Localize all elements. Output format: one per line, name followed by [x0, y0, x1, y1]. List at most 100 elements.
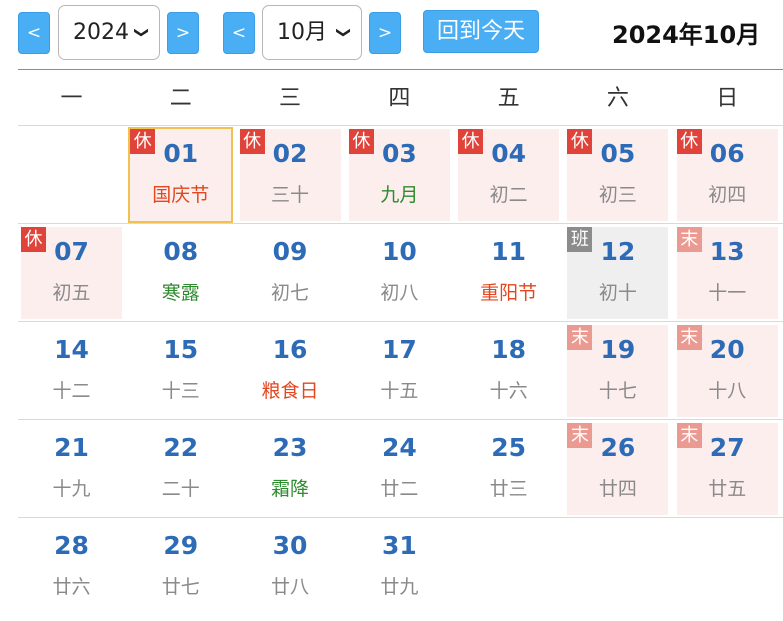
day-number: 27 — [709, 433, 745, 462]
lunar-date: 三十 — [271, 184, 310, 206]
day-number: 16 — [272, 335, 308, 364]
calendar-day-cell[interactable]: 休 01 国庆节 — [127, 126, 234, 224]
calendar-day-cell[interactable]: 17 十五 — [346, 322, 453, 420]
calendar-day-cell[interactable]: 10 初八 — [346, 224, 453, 322]
lunar-date: 廿五 — [708, 478, 747, 500]
calendar-day-cell[interactable]: 31 廿九 — [346, 518, 453, 616]
day-number: 26 — [600, 433, 636, 462]
lunar-date: 廿四 — [598, 478, 637, 500]
day-number: 14 — [54, 335, 89, 364]
lunar-date: 九月 — [380, 184, 419, 206]
calendar-day-cell[interactable]: 末 20 十八 — [674, 322, 781, 420]
calendar-day-cell[interactable]: 休 06 初四 — [674, 126, 781, 224]
current-month-title: 2024年10月 — [612, 21, 761, 49]
lunar-date: 十九 — [52, 478, 91, 500]
day-number: 25 — [491, 433, 527, 462]
prev-year-button[interactable]: < — [18, 12, 50, 54]
chevron-down-icon: ❯ — [335, 26, 352, 39]
lunar-date: 粮食日 — [261, 380, 319, 402]
weekday-label: 日 — [716, 86, 739, 111]
day-number: 23 — [272, 433, 308, 462]
prev-month-button[interactable]: < — [223, 12, 255, 54]
weekday-label: 五 — [497, 86, 520, 111]
weekday-label: 三 — [279, 86, 302, 111]
calendar-day-cell[interactable]: 16 粮食日 — [237, 322, 344, 420]
day-number: 24 — [381, 433, 417, 462]
calendar-day-cell[interactable]: 末 19 十七 — [564, 322, 671, 420]
calendar-day-cell[interactable]: 29 廿七 — [127, 518, 234, 616]
day-number: 11 — [491, 237, 527, 266]
day-number: 30 — [272, 531, 308, 560]
day-number: 02 — [272, 139, 308, 168]
day-number: 13 — [709, 237, 745, 266]
calendar-day-cell[interactable]: 班 12 初十 — [564, 224, 671, 322]
calendar-day-cell[interactable]: 末 26 廿四 — [564, 420, 671, 518]
lunar-date: 初五 — [52, 282, 91, 304]
lunar-date: 十三 — [161, 380, 200, 402]
day-number: 06 — [709, 139, 745, 168]
lunar-date: 初十 — [598, 282, 637, 304]
day-number: 18 — [491, 335, 527, 364]
calendar-day-cell[interactable]: 11 重阳节 — [455, 224, 562, 322]
calendar-day-cell[interactable]: 14 十二 — [18, 322, 125, 420]
day-number: 07 — [54, 237, 89, 266]
calendar-day-cell[interactable]: 25 廿三 — [455, 420, 562, 518]
day-number: 09 — [272, 237, 308, 266]
calendar-day-cell[interactable]: 30 廿八 — [237, 518, 344, 616]
calendar-day-cell[interactable]: 28 廿六 — [18, 518, 125, 616]
lunar-date: 重阳节 — [480, 282, 538, 304]
day-number: 12 — [600, 237, 636, 266]
weekday-label: 四 — [388, 86, 411, 111]
day-number: 29 — [163, 531, 199, 560]
day-number: 03 — [381, 139, 417, 168]
lunar-date: 廿六 — [52, 576, 91, 598]
calendar-day-cell[interactable]: 18 十六 — [455, 322, 562, 420]
lunar-date: 十一 — [708, 282, 747, 304]
calendar-day-cell[interactable]: 24 廿二 — [346, 420, 453, 518]
next-year-button[interactable]: > — [167, 12, 199, 54]
lunar-date: 廿三 — [489, 478, 528, 500]
day-number: 08 — [163, 237, 199, 266]
calendar-day-cell[interactable]: 休 02 三十 — [237, 126, 344, 224]
calendar-day-cell[interactable]: 22 二十 — [127, 420, 234, 518]
lunar-date: 二十 — [161, 478, 200, 500]
calendar-grid: 休 01 国庆节休 02 三十休 03 九月休 04 初二休 05 初三休 06 初四休 07 初五 08 寒露… — [18, 125, 783, 621]
chevron-down-icon: ❯ — [133, 26, 150, 39]
calendar-day-cell[interactable]: 休 04 初二 — [455, 126, 562, 224]
day-number: 05 — [600, 139, 636, 168]
day-number: 31 — [381, 531, 417, 560]
day-number: 04 — [491, 139, 527, 168]
weekday-label: 二 — [169, 86, 192, 111]
day-number: 20 — [709, 335, 745, 364]
calendar-day-cell[interactable]: 休 05 初三 — [564, 126, 671, 224]
calendar-day-cell[interactable]: 09 初七 — [237, 224, 344, 322]
lunar-date: 初三 — [598, 184, 637, 206]
weekday-label: 六 — [606, 86, 629, 111]
day-number: 19 — [600, 335, 636, 364]
calendar-day-cell[interactable]: 末 27 廿五 — [674, 420, 781, 518]
next-month-button[interactable]: > — [369, 12, 401, 54]
calendar-day-cell[interactable]: 21 十九 — [18, 420, 125, 518]
calendar-day-cell[interactable]: 15 十三 — [127, 322, 234, 420]
lunar-date: 廿七 — [161, 576, 200, 598]
day-number: 01 — [163, 139, 199, 168]
lunar-date: 初八 — [380, 282, 419, 304]
weekday-label: 一 — [60, 86, 83, 111]
calendar-day-cell[interactable]: 末 13 十一 — [674, 224, 781, 322]
day-number: 15 — [163, 335, 199, 364]
calendar-day-cell[interactable]: 休 03 九月 — [346, 126, 453, 224]
calendar-day-cell[interactable]: 08 寒露 — [127, 224, 234, 322]
lunar-date: 寒露 — [161, 282, 200, 304]
day-number: 10 — [381, 237, 417, 266]
lunar-date: 十六 — [489, 380, 528, 402]
back-to-today-button[interactable]: 回到今天 — [423, 10, 539, 53]
lunar-date: 国庆节 — [152, 184, 210, 206]
weekday-header: 一二三四五六日 — [18, 70, 783, 125]
day-number: 28 — [54, 531, 89, 560]
month-select[interactable]: 10月 ❯ — [262, 5, 362, 60]
lunar-date: 廿八 — [271, 576, 310, 598]
calendar-day-cell[interactable]: 休 07 初五 — [18, 224, 125, 322]
year-select[interactable]: 2024 ❯ — [58, 5, 160, 60]
lunar-date: 十五 — [380, 380, 419, 402]
calendar-day-cell[interactable]: 23 霜降 — [237, 420, 344, 518]
